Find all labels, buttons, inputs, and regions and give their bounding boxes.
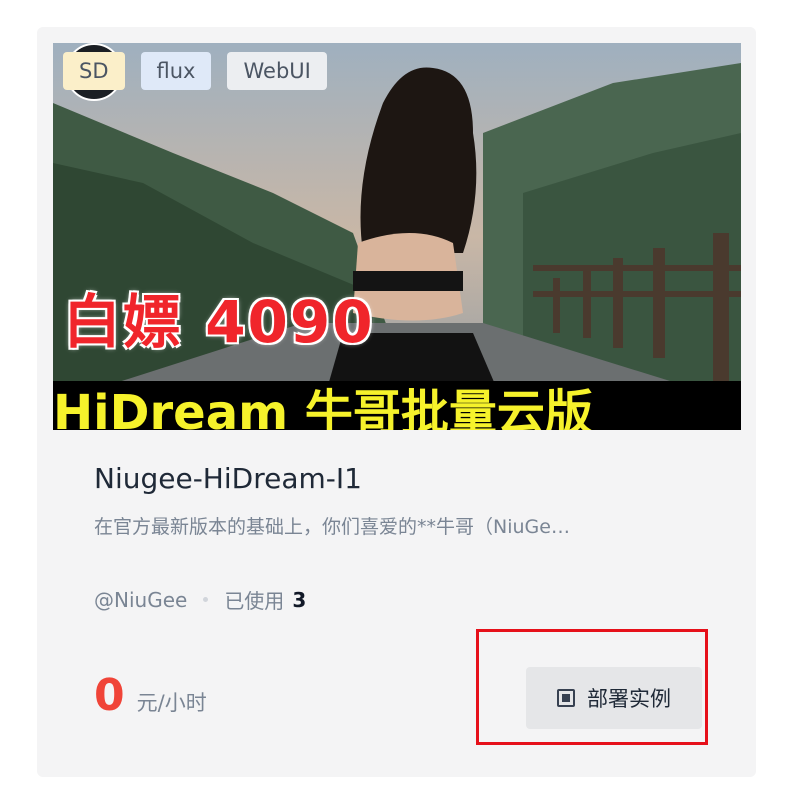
highlight-box [476,629,708,745]
cover-banner-text: HiDream 牛哥批量云版 [53,385,593,430]
price: 0 元/小时 [94,670,207,721]
cover-banner: HiDream 牛哥批量云版 [53,381,741,430]
price-value: 0 [94,670,125,721]
card-title[interactable]: Niugee-HiDream-I1 [94,462,362,495]
tag-flux[interactable]: flux [140,52,212,90]
usage-count: 3 [292,587,307,612]
cover-scene [53,43,741,430]
tag-list: SD flux WebUI [63,52,327,90]
card-description: 在官方最新版本的基础上，你们喜爱的**牛哥（NiuGe… [94,516,570,538]
author-link[interactable]: @NiuGee [94,588,187,612]
usage-label: 已使用 [224,589,285,613]
tag-webui[interactable]: WebUI [227,52,327,90]
separator-dot [203,597,209,602]
cover-caption: 白嫖 4090 [63,288,375,356]
price-unit: 元/小时 [136,691,207,715]
tag-sd[interactable]: SD [63,52,125,90]
card-meta: @NiuGee 已使用 3 [94,585,306,614]
cover-image[interactable]: SD flux WebUI 白嫖 4090 HiDream 牛哥批量云版 [53,43,741,430]
